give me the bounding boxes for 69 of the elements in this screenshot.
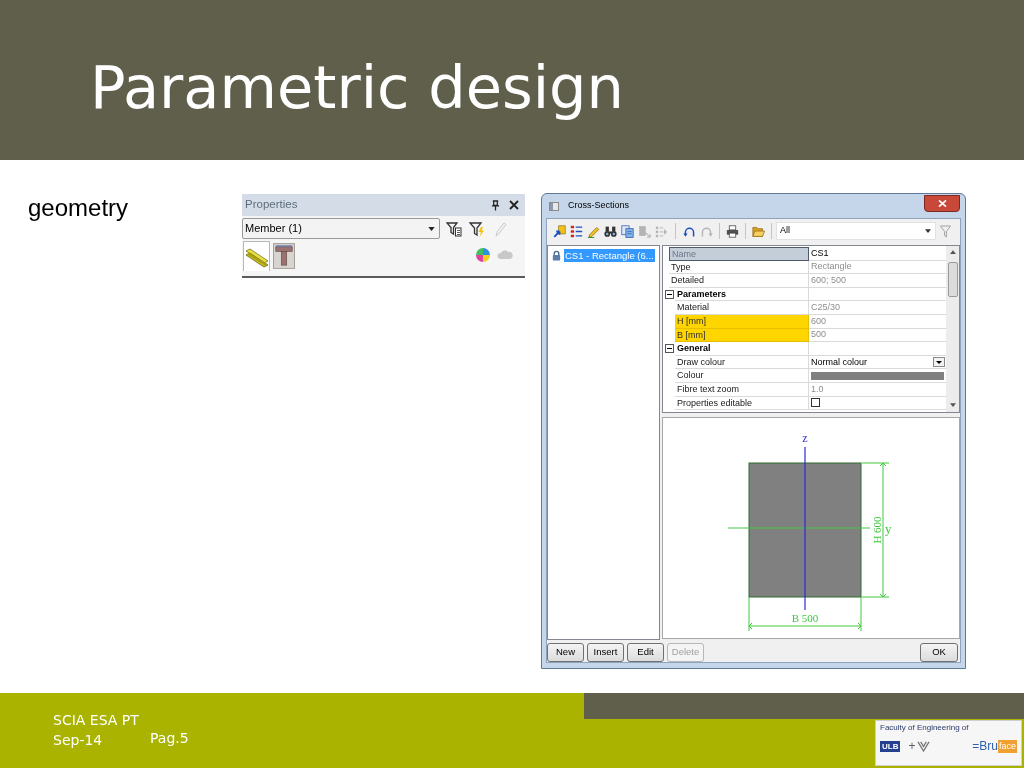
slide-title: Parametric design xyxy=(90,53,624,122)
property-value: Rectangle xyxy=(811,260,852,274)
logo-badge: ULB xyxy=(880,740,901,752)
filter-list-icon[interactable] xyxy=(446,220,462,237)
panel-tab[interactable] xyxy=(243,241,270,271)
dots-list-icon[interactable] xyxy=(570,224,583,238)
group-label: Parameters xyxy=(675,287,809,302)
select-field[interactable]: Normal colour xyxy=(811,355,946,369)
close-button[interactable] xyxy=(924,194,960,212)
property-name[interactable]: Fibre text zoom xyxy=(675,382,809,397)
pie-chart-icon[interactable] xyxy=(475,247,491,263)
filter-select[interactable]: All xyxy=(776,222,936,240)
binoculars-icon[interactable] xyxy=(604,224,617,238)
scroll-down-icon[interactable] xyxy=(949,403,956,407)
axis-label: y xyxy=(885,521,892,536)
dialog-button[interactable]: New xyxy=(547,642,584,662)
close-icon xyxy=(937,199,947,207)
dimension-label: H 600 xyxy=(871,516,883,544)
collapse-icon[interactable] xyxy=(664,290,674,300)
footer-text: SCIA ESA PT xyxy=(53,712,139,728)
arrow-document-icon[interactable] xyxy=(553,224,566,238)
window-icon xyxy=(549,201,559,211)
caret-icon xyxy=(933,357,945,368)
property-name[interactable]: Type xyxy=(669,260,809,275)
member-select[interactable]: Member (1) xyxy=(242,218,440,239)
collapse-icon[interactable] xyxy=(664,344,674,354)
printer-icon[interactable] xyxy=(726,224,739,238)
dialog-button[interactable]: Edit xyxy=(627,642,664,662)
documents-icon[interactable] xyxy=(621,224,634,238)
property-value: C25/30 xyxy=(811,301,841,315)
logo-tile: face xyxy=(998,739,1017,753)
scroll-up-icon[interactable] xyxy=(949,250,956,254)
property-value: 1.0 xyxy=(811,382,824,396)
property-name[interactable]: Detailed xyxy=(669,274,809,288)
group-label: General xyxy=(675,342,809,356)
logo-caption: Faculty of Engineering of xyxy=(880,723,969,733)
swatch-icon xyxy=(811,371,944,380)
dimension-label: B 500 xyxy=(791,612,819,624)
property-name[interactable]: Colour xyxy=(675,369,809,383)
property-value: 600 xyxy=(811,314,827,328)
filter-lightning-icon[interactable] xyxy=(469,220,485,237)
caret-icon xyxy=(925,229,931,233)
property-name[interactable]: Draw colour xyxy=(675,355,809,370)
scrollbar[interactable] xyxy=(946,246,959,412)
window-title: Cross-Sections xyxy=(568,199,630,213)
panel-tab[interactable] xyxy=(270,241,297,271)
t-section-icon xyxy=(272,243,295,269)
axis-label: z xyxy=(802,431,808,445)
dialog-button[interactable]: Insert xyxy=(587,642,624,662)
v-symbol-icon xyxy=(917,740,931,752)
logo-text: =Bru xyxy=(972,739,998,753)
ok-button[interactable]: OK xyxy=(920,642,958,662)
scroll-thumb[interactable] xyxy=(947,262,958,297)
property-name[interactable]: Properties editable xyxy=(675,396,809,411)
logo-text: + xyxy=(908,739,916,753)
close-icon[interactable] xyxy=(509,200,519,210)
folder-icon[interactable] xyxy=(752,224,765,238)
caret-icon xyxy=(428,226,435,231)
slide-subtitle: geometry xyxy=(28,194,129,221)
panel-title: Properties xyxy=(245,197,298,213)
page-number: Pag.5 xyxy=(150,729,189,748)
property-value: 600; 500 xyxy=(811,274,847,287)
checkbox[interactable] xyxy=(811,398,820,408)
lock-icon xyxy=(551,249,562,261)
property-value: CS1 xyxy=(811,246,829,260)
property-name[interactable]: Material xyxy=(675,301,809,315)
footer-text: Sep-14 xyxy=(53,731,104,750)
pin-icon[interactable] xyxy=(491,199,500,211)
property-value: 500 xyxy=(811,328,827,342)
